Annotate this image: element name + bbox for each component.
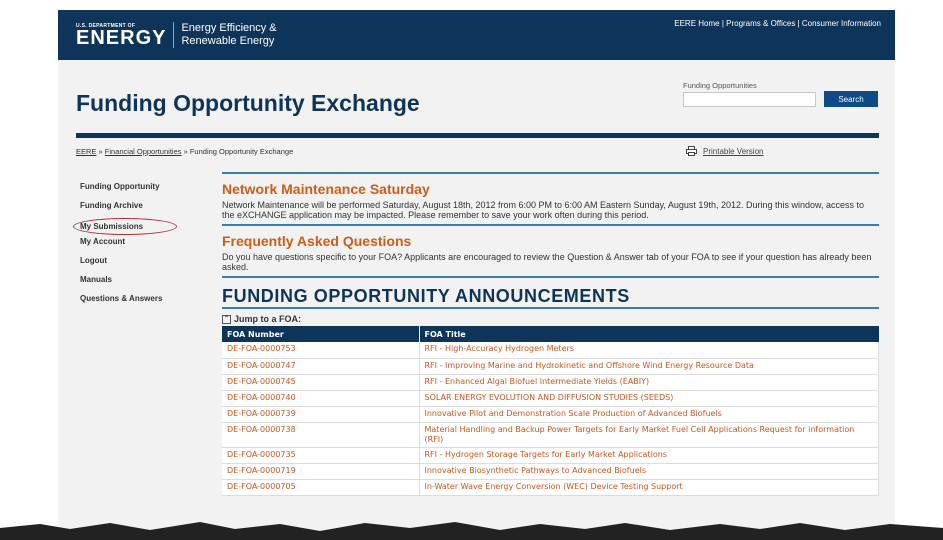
foa-title-link[interactable]: RFI - High-Accuracy Hydrogen Meters bbox=[419, 342, 879, 359]
printer-icon bbox=[686, 146, 697, 156]
column-header-foa-number[interactable]: FOA Number bbox=[222, 326, 420, 342]
logo-big-text: ENERGY bbox=[76, 26, 167, 49]
column-header-foa-title[interactable]: FOA Title bbox=[419, 326, 879, 342]
table-row: DE-FOA-0000705 In-Water Wave Energy Conv… bbox=[222, 479, 879, 496]
breadcrumb-eere[interactable]: EERE bbox=[76, 147, 96, 156]
foa-heading: FUNDING OPPORTUNITY ANNOUNCEMENTS bbox=[222, 286, 630, 306]
sidebar-item-logout[interactable]: Logout bbox=[80, 254, 210, 273]
jump-to-foa[interactable]: ⌃ Jump to a FOA: bbox=[222, 314, 879, 324]
notice-text: Network Maintenance will be performed Sa… bbox=[222, 200, 865, 220]
table-row: DE-FOA-0000747 RFI - Improving Marine an… bbox=[222, 358, 879, 375]
faq-title: Frequently Asked Questions bbox=[222, 233, 412, 249]
foa-title-link[interactable]: RFI - Hydrogen Storage Targets for Early… bbox=[419, 447, 879, 464]
header-rule bbox=[76, 133, 879, 138]
section-divider bbox=[222, 172, 879, 174]
top-bar: U.S. DEPARTMENT OF ENERGY Energy Efficie… bbox=[58, 10, 895, 60]
foa-title-link[interactable]: Innovative Pilot and Demonstration Scale… bbox=[419, 406, 879, 423]
logo-divider bbox=[173, 22, 175, 48]
foa-number-link[interactable]: DE-FOA-0000745 bbox=[222, 374, 420, 391]
search-input[interactable] bbox=[683, 92, 816, 107]
table-row: DE-FOA-0000739 Innovative Pilot and Demo… bbox=[222, 406, 879, 423]
printable-version-link[interactable]: Printable Version bbox=[686, 146, 763, 156]
sidebar-item-funding-opportunity[interactable]: Funding Opportunity bbox=[80, 180, 210, 199]
breadcrumb-separator: » bbox=[181, 147, 190, 156]
foa-title-link[interactable]: Material Handling and Backup Power Targe… bbox=[419, 422, 879, 448]
sidebar-nav: Funding Opportunity Funding Archive My S… bbox=[73, 180, 210, 311]
sidebar-item-my-submissions[interactable]: My Submissions bbox=[73, 218, 177, 235]
site-header: Funding Opportunity Exchange Funding Opp… bbox=[58, 60, 895, 138]
search-button[interactable]: Search bbox=[824, 91, 878, 107]
torn-paper-edge bbox=[0, 522, 943, 540]
top-links[interactable]: EERE Home | Programs & Offices | Consume… bbox=[674, 19, 881, 28]
notice-title: Network Maintenance Saturday bbox=[222, 181, 430, 197]
table-row: DE-FOA-0000735 RFI - Hydrogen Storage Ta… bbox=[222, 447, 879, 464]
section-divider bbox=[222, 276, 879, 278]
section-divider bbox=[222, 224, 879, 226]
table-row: DE-FOA-0000753 RFI - High-Accuracy Hydro… bbox=[222, 342, 879, 359]
foa-number-link[interactable]: DE-FOA-0000747 bbox=[222, 358, 420, 375]
foa-number-link[interactable]: DE-FOA-0000735 bbox=[222, 447, 420, 464]
foa-title-link[interactable]: RFI - Enhanced Algal Biofuel Intermediat… bbox=[419, 374, 879, 391]
table-row: DE-FOA-0000745 RFI - Enhanced Algal Biof… bbox=[222, 374, 879, 391]
program-line-2: Renewable Energy bbox=[181, 35, 275, 47]
sidebar-item-funding-archive[interactable]: Funding Archive bbox=[80, 199, 210, 218]
foa-number-link[interactable]: DE-FOA-0000705 bbox=[222, 479, 420, 496]
foa-title-link[interactable]: Innovative Biosynthetic Pathways to Adva… bbox=[419, 463, 879, 480]
sidebar-item-manuals[interactable]: Manuals bbox=[80, 273, 210, 292]
table-header-row: FOA Number FOA Title bbox=[222, 326, 879, 342]
foa-number-link[interactable]: DE-FOA-0000738 bbox=[222, 422, 420, 448]
search-label: Funding Opportunities bbox=[683, 81, 757, 90]
breadcrumb: EERE » Financial Opportunities » Funding… bbox=[76, 147, 293, 156]
main-content: Network Maintenance Saturday Network Mai… bbox=[222, 172, 879, 496]
foa-number-link[interactable]: DE-FOA-0000740 bbox=[222, 390, 420, 407]
foa-number-link[interactable]: DE-FOA-0000739 bbox=[222, 406, 420, 423]
printable-version-label: Printable Version bbox=[703, 146, 764, 156]
foa-title-link[interactable]: In-Water Wave Energy Conversion (WEC) De… bbox=[419, 479, 879, 496]
foa-number-link[interactable]: DE-FOA-0000753 bbox=[222, 342, 420, 359]
foa-table: FOA Number FOA Title DE-FOA-0000753 RFI … bbox=[222, 326, 879, 496]
table-row: DE-FOA-0000738 Material Handling and Bac… bbox=[222, 422, 879, 448]
screenshot-frame: U.S. DEPARTMENT OF ENERGY Energy Efficie… bbox=[0, 0, 943, 540]
web-page: U.S. DEPARTMENT OF ENERGY Energy Efficie… bbox=[58, 10, 895, 540]
doe-logo[interactable]: U.S. DEPARTMENT OF ENERGY Energy Efficie… bbox=[76, 22, 277, 48]
section-divider bbox=[222, 307, 879, 309]
breadcrumb-financial-opportunities[interactable]: Financial Opportunities bbox=[105, 147, 182, 156]
table-row: DE-FOA-0000719 Innovative Biosynthetic P… bbox=[222, 463, 879, 480]
eere-program-name: Energy Efficiency & Renewable Energy bbox=[181, 22, 276, 48]
foa-title-link[interactable]: RFI - Improving Marine and Hydrokinetic … bbox=[419, 358, 879, 375]
collapse-up-icon[interactable]: ⌃ bbox=[222, 314, 231, 324]
jump-to-foa-label: Jump to a FOA: bbox=[234, 314, 301, 324]
breadcrumb-current: Funding Opportunity Exchange bbox=[189, 147, 294, 156]
faq-text: Do you have questions specific to your F… bbox=[222, 252, 872, 272]
page-title: Funding Opportunity Exchange bbox=[76, 90, 420, 116]
foa-title-link[interactable]: SOLAR ENERGY EVOLUTION AND DIFFUSION STU… bbox=[419, 390, 879, 407]
foa-number-link[interactable]: DE-FOA-0000719 bbox=[222, 463, 420, 480]
sidebar-item-questions-answers[interactable]: Questions & Answers bbox=[80, 292, 210, 311]
sidebar-item-my-account[interactable]: My Account bbox=[80, 235, 210, 254]
doe-wordmark: U.S. DEPARTMENT OF ENERGY bbox=[76, 23, 166, 48]
breadcrumb-separator: » bbox=[96, 147, 105, 156]
table-row: DE-FOA-0000740 SOLAR ENERGY EVOLUTION AN… bbox=[222, 390, 879, 407]
program-line-1: Energy Efficiency & bbox=[181, 22, 277, 34]
